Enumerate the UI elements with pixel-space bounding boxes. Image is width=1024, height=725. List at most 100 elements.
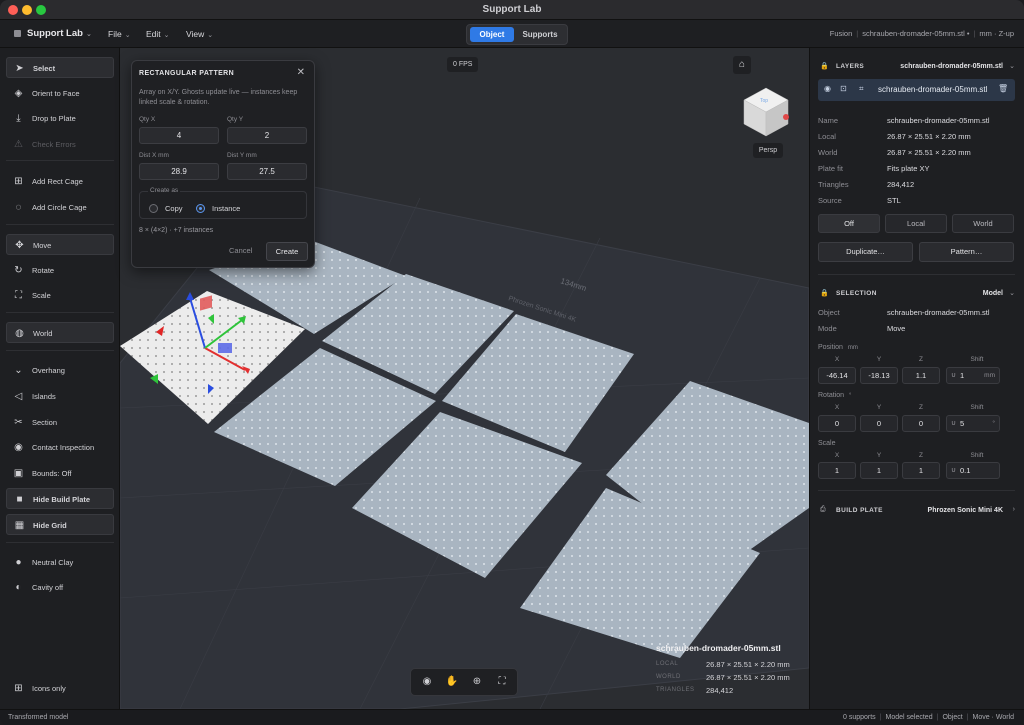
status-bar: Transformed model 0 supports | Model selec… (0, 709, 1024, 725)
rotation-z-input[interactable]: 0 (902, 415, 940, 432)
close-icon[interactable]: ✕ (297, 67, 305, 78)
qty-y-input[interactable]: 2 (227, 127, 307, 144)
prop-key: Mode (818, 324, 837, 333)
eye-icon[interactable]: ◉ (824, 84, 831, 93)
crumb-workspace[interactable]: Fusion (830, 29, 853, 38)
crumb-units[interactable]: mm · Z-up (979, 29, 1014, 38)
hand-pan-icon[interactable]: ✋ (445, 675, 459, 689)
crumb-file[interactable]: schrauben-dromader-05mm.stl • (862, 29, 969, 38)
bounds-toggle[interactable]: ▣ Bounds: Off (6, 463, 114, 484)
trash-icon[interactable]: 🗑 (998, 84, 1008, 93)
rotation-x-input[interactable]: 0 (818, 415, 856, 432)
printer-icon: ⎙ (820, 506, 826, 513)
app-menu[interactable]: Support Lab ⌄ (27, 28, 92, 39)
prop-plate-fit: Plate fit Fits plate XY (818, 164, 1015, 176)
section-tool[interactable]: ✂ Section (6, 412, 114, 433)
space-local-button[interactable]: Local (885, 214, 947, 233)
duplicate-button[interactable]: Duplicate… (818, 242, 913, 262)
status-selection: Model selected (885, 714, 933, 721)
selection-header[interactable]: 🔒 SELECTION Model ⌄ (820, 288, 1015, 302)
hide-grid-toggle[interactable]: ▦ Hide Grid (6, 514, 114, 535)
scale-x-input[interactable]: 1 (818, 462, 856, 479)
icons-only-toggle[interactable]: ⊞ Icons only (6, 678, 114, 699)
qty-x-input[interactable]: 4 (139, 127, 219, 144)
unlock-icon[interactable]: ⊡ (840, 84, 847, 93)
home-view-button[interactable]: ⌂ (733, 56, 751, 74)
rotate-icon: ↻ (14, 265, 23, 276)
scale-shift-input[interactable]: ∪ 0.1 (946, 462, 1000, 479)
tab-object[interactable]: Object (470, 27, 514, 42)
menu-file[interactable]: File ⌄ (108, 29, 131, 39)
add-rect-cage-tool[interactable]: ⊞ Add Rect Cage (6, 171, 114, 192)
prop-name: Name schrauben-dromader-05mm.stl (818, 116, 1015, 128)
selection-object: Object schrauben-dromader-05mm.stl (818, 308, 1015, 320)
copy-radio[interactable] (149, 204, 158, 213)
info-key: WORLD (656, 674, 681, 680)
instance-radio-label[interactable]: Instance (212, 204, 240, 213)
world-space-toggle[interactable]: ◍ World (6, 322, 114, 343)
dist-y-input[interactable]: 27.5 (227, 163, 307, 180)
rect-cage-label: Add Rect Cage (32, 177, 83, 186)
scissors-icon: ✂ (14, 417, 23, 428)
pattern-button[interactable]: Pattern… (919, 242, 1014, 262)
create-button[interactable]: Create (266, 242, 308, 261)
chevron-down-icon: ⌄ (124, 32, 131, 39)
prop-key: Plate fit (818, 164, 844, 173)
zoom-icon[interactable]: ⊕ (470, 675, 484, 689)
divider (6, 350, 114, 351)
menu-view[interactable]: View ⌄ (186, 29, 213, 39)
move-label: Move (33, 241, 52, 250)
layer-row[interactable]: ◉ ⊡ ⌗ schrauben-dromader-05mm.stl 🗑 (818, 79, 1015, 101)
instance-radio[interactable] (196, 204, 205, 213)
selection-mode-select[interactable]: Model (983, 290, 1003, 297)
cube-icon: ◈ (14, 88, 23, 99)
select-tool[interactable]: ➤ Select (6, 57, 114, 78)
hide-grid-label: Hide Grid (33, 521, 67, 530)
position-shift-input[interactable]: ∪ 1 mm (946, 367, 1000, 384)
bounds-icon[interactable]: ⌗ (859, 84, 864, 94)
fit-view-icon[interactable]: ⛶ (495, 675, 509, 689)
divider (6, 160, 114, 161)
scale-tool[interactable]: ⛶ Scale (6, 285, 114, 306)
check-errors-tool[interactable]: ⚠ Check Errors (6, 134, 114, 155)
layers-header[interactable]: 🔒 LAYERS schrauben-dromader-05mm.stl ⌄ (820, 61, 1015, 75)
contact-inspection-tool[interactable]: ◉ Contact Inspection (6, 437, 114, 458)
space-world-button[interactable]: World (952, 214, 1014, 233)
add-circle-cage-tool[interactable]: ◌ Add Circle Cage (6, 197, 114, 218)
divider (818, 274, 1015, 275)
projection-toggle[interactable]: Persp (753, 143, 783, 158)
drop-down-icon: ⤓ (16, 113, 21, 124)
position-y-input[interactable]: -18.13 (860, 367, 898, 384)
position-z-input[interactable]: 1.1 (902, 367, 940, 384)
move-tool[interactable]: ✥ Move (6, 234, 114, 255)
cavity-toggle[interactable]: ◐ Cavity off (6, 577, 114, 598)
drop-to-plate-tool[interactable]: ⤓ Drop to Plate (6, 108, 114, 129)
eye-icon[interactable]: ◉ (420, 675, 434, 689)
cancel-button[interactable]: Cancel (229, 246, 252, 255)
view-cube[interactable]: Top (743, 87, 789, 137)
tab-supports[interactable]: Supports (518, 27, 562, 42)
position-x-input[interactable]: -46.14 (818, 367, 856, 384)
rotation-shift-input[interactable]: ∪ 5 ° (946, 415, 1000, 432)
dialog-title: RECTANGULAR PATTERN (139, 70, 235, 77)
divider (818, 490, 1015, 491)
neutral-clay-toggle[interactable]: ● Neutral Clay (6, 552, 114, 573)
scale-z-input[interactable]: 1 (902, 462, 940, 479)
copy-radio-label[interactable]: Copy (165, 204, 183, 213)
title-bar: Support Lab (0, 0, 1024, 20)
overhang-tool[interactable]: ⌄ Overhang (6, 360, 114, 381)
sphere-icon: ● (15, 557, 22, 568)
menu-edit[interactable]: Edit ⌄ (146, 29, 170, 39)
rotation-y-input[interactable]: 0 (860, 415, 898, 432)
build-plate-header[interactable]: ⎙ BUILD PLATE Phrozen Sonic Mini 4K › (820, 505, 1015, 519)
dist-x-input[interactable]: 28.9 (139, 163, 219, 180)
position-unit: mm (847, 345, 858, 351)
hide-build-plate-toggle[interactable]: ■ Hide Build Plate (6, 488, 114, 509)
space-off-button[interactable]: Off (818, 214, 880, 233)
scale-y-input[interactable]: 1 (860, 462, 898, 479)
orient-to-face-tool[interactable]: ◈ Orient to Face (6, 83, 114, 104)
home-icon: ⌂ (738, 59, 746, 70)
islands-tool[interactable]: ◁ Islands (6, 386, 114, 407)
rotate-tool[interactable]: ↻ Rotate (6, 260, 114, 281)
info-value: 284,412 (706, 686, 734, 695)
